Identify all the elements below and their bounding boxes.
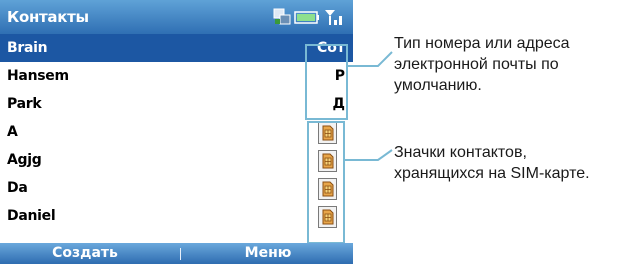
note-line: умолчанию. [394, 77, 482, 94]
note-line: Тип номера или адреса [394, 35, 570, 52]
note-line: электронной почты по [394, 56, 559, 73]
callout-line-sim [345, 149, 393, 161]
sim-icons-note: Значки контактов, хранящихся на SIM-карт… [394, 142, 590, 184]
note-line: хранящихся на SIM-карте. [394, 165, 590, 182]
callout-line-default [348, 51, 393, 67]
note-line: Значки контактов, [394, 144, 527, 161]
default-number-note: Тип номера или адреса электронной почты … [394, 33, 570, 96]
